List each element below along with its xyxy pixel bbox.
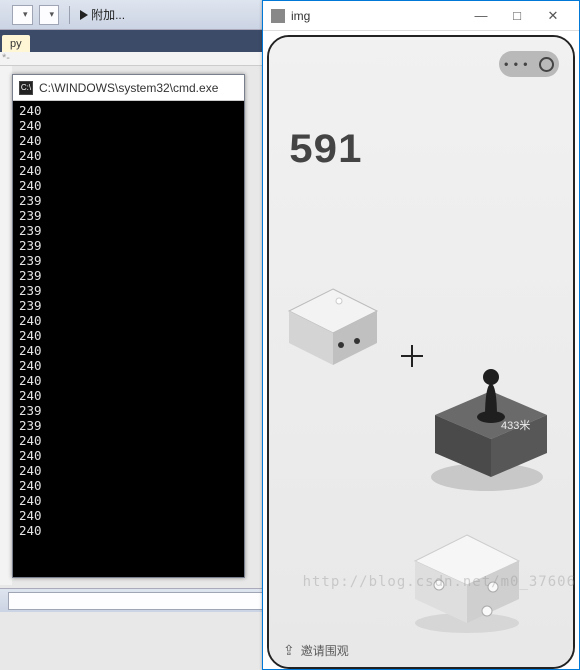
- game-block-label: 433米: [501, 417, 530, 433]
- cmd-line: 240: [19, 463, 238, 478]
- img-window[interactable]: img — □ ✕ • • • 591: [262, 0, 580, 670]
- ide-dropdown-2[interactable]: ▾: [39, 5, 60, 25]
- cmd-line: 240: [19, 313, 238, 328]
- chevron-down-icon: ▾: [50, 9, 55, 20]
- cmd-line: 240: [19, 118, 238, 133]
- cmd-line: 239: [19, 238, 238, 253]
- cmd-line: 239: [19, 403, 238, 418]
- cmd-line: 240: [19, 388, 238, 403]
- cmd-line: 240: [19, 478, 238, 493]
- cmd-line: 240: [19, 178, 238, 193]
- cmd-line: 240: [19, 103, 238, 118]
- cmd-line: 239: [19, 208, 238, 223]
- game-block-light-2: [409, 527, 529, 637]
- mini-program-controls[interactable]: • • •: [499, 51, 559, 77]
- cmd-line: 240: [19, 373, 238, 388]
- cmd-line: 240: [19, 508, 238, 523]
- cmd-title-text: C:\WINDOWS\system32\cmd.exe: [39, 81, 218, 95]
- separator: [69, 6, 70, 24]
- ide-dropdown-1[interactable]: ▾: [12, 5, 33, 25]
- maximize-button[interactable]: □: [499, 2, 535, 30]
- play-icon: [80, 10, 88, 20]
- minimize-button[interactable]: —: [463, 2, 499, 30]
- cmd-line: 240: [19, 343, 238, 358]
- cmd-line: 240: [19, 163, 238, 178]
- chevron-down-icon: ▾: [23, 9, 28, 20]
- game-footer[interactable]: ⇪ 邀请围观: [269, 633, 573, 667]
- share-icon[interactable]: ⇪: [283, 642, 295, 659]
- img-titlebar[interactable]: img — □ ✕: [263, 1, 579, 31]
- cmd-line: 240: [19, 433, 238, 448]
- close-button[interactable]: ✕: [535, 2, 571, 30]
- editor-tab[interactable]: py: [2, 35, 30, 52]
- game-block-light-1: [283, 283, 383, 373]
- cmd-line: 240: [19, 133, 238, 148]
- cmd-line: 240: [19, 448, 238, 463]
- cmd-line: 240: [19, 328, 238, 343]
- run-label: 附加...: [91, 6, 125, 23]
- img-window-title: img: [291, 9, 463, 23]
- cmd-line: 240: [19, 358, 238, 373]
- cmd-line: 239: [19, 268, 238, 283]
- cmd-line: 240: [19, 148, 238, 163]
- game-score: 591: [289, 127, 362, 172]
- invite-label[interactable]: 邀请围观: [301, 642, 349, 659]
- more-icon[interactable]: • • •: [504, 57, 528, 71]
- cmd-output[interactable]: 2402402402402402402392392392392392392392…: [13, 101, 244, 577]
- cmd-line: 239: [19, 253, 238, 268]
- editor-gutter: [0, 66, 12, 585]
- cmd-line: 240: [19, 523, 238, 538]
- cmd-line: 239: [19, 283, 238, 298]
- cmd-line: 239: [19, 418, 238, 433]
- img-window-icon: [271, 9, 285, 23]
- game-canvas[interactable]: • • • 591: [269, 37, 573, 667]
- crosshair-icon: [401, 345, 423, 367]
- cmd-icon: C:\: [19, 81, 33, 95]
- cmd-line: 239: [19, 193, 238, 208]
- run-attach-button[interactable]: 附加...: [80, 6, 125, 23]
- cmd-line: 239: [19, 298, 238, 313]
- close-circle-icon[interactable]: [539, 57, 554, 72]
- cmd-line: 239: [19, 223, 238, 238]
- game-block-dark: [429, 351, 559, 501]
- cmd-titlebar[interactable]: C:\ C:\WINDOWS\system32\cmd.exe: [13, 75, 244, 101]
- cmd-window[interactable]: C:\ C:\WINDOWS\system32\cmd.exe 24024024…: [12, 74, 245, 578]
- phone-frame: • • • 591: [267, 35, 575, 669]
- cmd-line: 240: [19, 493, 238, 508]
